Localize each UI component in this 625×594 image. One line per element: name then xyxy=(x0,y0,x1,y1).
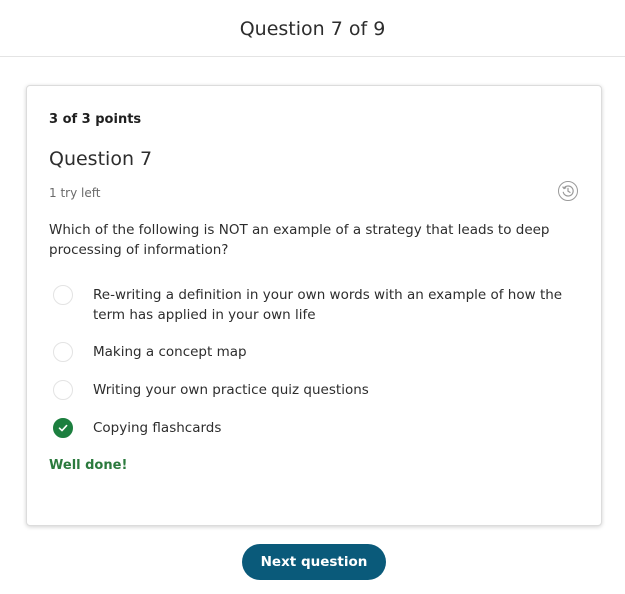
radio-button-selected[interactable] xyxy=(53,418,73,438)
question-title: Question 7 xyxy=(49,148,153,170)
history-button[interactable] xyxy=(558,181,578,201)
radio-button[interactable] xyxy=(53,380,73,400)
question-progress-title: Question 7 of 9 xyxy=(239,17,386,40)
feedback-message: Well done! xyxy=(49,458,128,473)
radio-button[interactable] xyxy=(53,342,73,362)
question-card: 3 of 3 points Question 7 1 try left Whic… xyxy=(26,85,602,526)
answer-option-label: Making a concept map xyxy=(93,344,247,360)
answer-option-3[interactable]: Writing your own practice quiz questions xyxy=(53,380,573,400)
answer-option-label: Re-writing a definition in your own word… xyxy=(93,287,563,323)
points-score: 3 of 3 points xyxy=(49,112,142,127)
answer-option-2[interactable]: Making a concept map xyxy=(53,342,573,362)
answer-option-label: Writing your own practice quiz questions xyxy=(93,382,369,398)
answer-option-label: Copying flashcards xyxy=(93,420,222,436)
answer-option-4[interactable]: Copying flashcards xyxy=(53,418,573,438)
answer-option-1[interactable]: Re-writing a definition in your own word… xyxy=(53,285,573,325)
tries-left-text: 1 try left xyxy=(49,186,101,200)
question-prompt: Which of the following is NOT an example… xyxy=(49,222,550,258)
checkmark-icon xyxy=(58,424,68,432)
next-question-button[interactable]: Next question xyxy=(242,544,386,580)
radio-button[interactable] xyxy=(53,285,73,305)
history-icon xyxy=(562,185,574,197)
page-header: Question 7 of 9 xyxy=(0,0,625,57)
